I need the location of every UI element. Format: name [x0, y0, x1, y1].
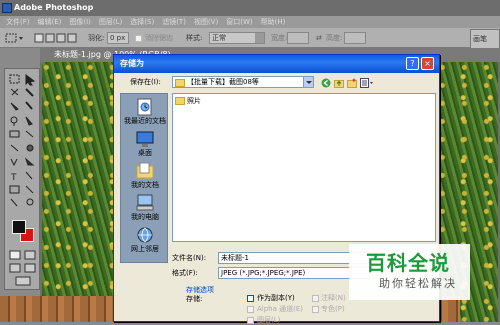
recent-docs-icon — [137, 98, 152, 116]
menu-bar: 文件(F) 编辑(E) 图像(I) 图层(L) 选择(S) 滤镜(T) 视图(V… — [0, 16, 500, 28]
menu-select[interactable]: 选择(S) — [126, 16, 158, 28]
dialog-title: 存储为 — [120, 59, 144, 68]
network-places-icon — [137, 227, 153, 243]
file-list[interactable]: 照片 — [172, 93, 436, 242]
chevron-down-icon — [303, 77, 313, 87]
format-label: 格式(F): — [172, 269, 198, 277]
filename-label: 文件名(N): — [172, 254, 207, 262]
places-bar: 我最近的文档 桌面 我的文档 我的电脑 网上邻居 — [120, 93, 168, 263]
annotations-checkbox[interactable] — [312, 295, 319, 302]
place-my-documents-label: 我的文档 — [131, 181, 159, 189]
brushes-panel-tab[interactable]: 画笔 — [470, 29, 500, 49]
place-my-computer[interactable]: 我的电脑 — [121, 194, 169, 222]
spot-colors-label: 专色(P) — [321, 305, 345, 313]
list-item[interactable]: 照片 — [175, 96, 201, 106]
chevron-down-icon — [255, 33, 264, 43]
feather-label: 羽化: — [88, 34, 105, 42]
menu-view[interactable]: 视图(V) — [190, 16, 222, 28]
mode-icons[interactable] — [8, 249, 38, 287]
marquee-tool-icon[interactable] — [4, 32, 26, 44]
menu-layer[interactable]: 图层(L) — [95, 16, 126, 28]
help-icon[interactable]: ? — [406, 57, 419, 70]
folder-icon — [175, 79, 185, 87]
brushes-panel-label: 画笔 — [473, 35, 487, 43]
as-copy-checkbox[interactable] — [247, 295, 254, 302]
layers-label: 图层(L) — [257, 316, 281, 324]
feather-input[interactable]: 0 px — [107, 32, 129, 44]
place-recent-label: 我最近的文档 — [124, 117, 166, 125]
desktop-icon — [136, 131, 154, 147]
swap-icon[interactable]: ⇄ — [316, 32, 322, 44]
antialias-label: 消除锯齿 — [145, 34, 173, 42]
style-label: 样式: — [186, 34, 203, 42]
format-select[interactable]: JPEG (*.JPG;*.JPEG;*.JPE) — [218, 267, 370, 279]
place-desktop[interactable]: 桌面 — [121, 130, 169, 158]
my-documents-icon — [136, 162, 154, 179]
menu-image[interactable]: 图像(I) — [65, 16, 95, 28]
store-label: 存储: — [186, 295, 203, 303]
filename-input[interactable]: 未标题-1 — [218, 252, 370, 264]
new-folder-icon[interactable] — [347, 78, 357, 88]
alpha-channels-checkbox[interactable] — [247, 306, 254, 313]
watermark-subtitle: 助你轻松解决 — [379, 277, 457, 290]
watermark-title: 百科全说 — [366, 251, 450, 275]
selection-mode-icons[interactable] — [34, 32, 78, 44]
up-folder-icon[interactable] — [334, 78, 344, 88]
place-my-computer-label: 我的电脑 — [131, 213, 159, 221]
antialias-checkbox[interactable] — [135, 35, 142, 42]
annotations-label: 注释(N) — [321, 294, 346, 302]
tool-icons[interactable]: T — [8, 73, 38, 213]
close-icon[interactable]: × — [421, 57, 434, 70]
watermark: 百科全说 助你轻松解决 — [349, 244, 470, 300]
app-title: Adobe Photoshop — [14, 3, 94, 12]
place-desktop-label: 桌面 — [138, 149, 152, 157]
photoshop-logo-icon — [2, 3, 12, 13]
style-value: 正常 — [212, 34, 226, 42]
menu-help[interactable]: 帮助(H) — [257, 16, 290, 28]
svg-text:T: T — [10, 173, 17, 183]
dialog-titlebar: 存储为 — [114, 55, 439, 73]
save-in-select[interactable]: 【批量下载】截图08等 — [172, 76, 314, 88]
app-titlebar: Adobe Photoshop — [0, 0, 500, 16]
menu-window[interactable]: 窗口(W) — [222, 16, 256, 28]
layers-checkbox[interactable] — [247, 317, 254, 324]
style-select[interactable]: 正常 — [209, 32, 265, 44]
save-in-label: 保存在(I): — [130, 78, 161, 86]
place-recent[interactable]: 我最近的文档 — [121, 98, 169, 126]
options-bar: 羽化: 0 px 消除锯齿 样式: 正常 宽度: ⇄ 高度: — [0, 28, 500, 48]
menu-file[interactable]: 文件(F) — [2, 16, 34, 28]
place-network-label: 网上邻居 — [131, 245, 159, 253]
place-my-documents[interactable]: 我的文档 — [121, 162, 169, 190]
height-input[interactable] — [344, 32, 366, 44]
views-menu-icon[interactable] — [360, 78, 374, 88]
back-icon[interactable] — [321, 78, 331, 88]
file-name: 照片 — [187, 97, 201, 105]
place-network[interactable]: 网上邻居 — [121, 226, 169, 254]
width-label: 宽度: — [271, 34, 288, 42]
menu-edit[interactable]: 编辑(E) — [34, 16, 66, 28]
my-computer-icon — [136, 194, 154, 211]
width-input[interactable] — [287, 32, 309, 44]
folder-icon — [175, 97, 185, 105]
as-copy-label: 作为副本(Y) — [257, 294, 295, 302]
save-in-value: 【批量下载】截图08等 — [187, 78, 259, 86]
menu-filter[interactable]: 滤镜(T) — [158, 16, 190, 28]
format-value: JPEG (*.JPG;*.JPEG;*.JPE) — [221, 269, 306, 277]
foreground-color-swatch[interactable] — [12, 220, 26, 234]
toolbox: T — [4, 68, 40, 290]
spot-colors-checkbox[interactable] — [312, 306, 319, 313]
height-label: 高度: — [326, 34, 343, 42]
alpha-channels-label: Alpha 通道(E) — [257, 305, 304, 313]
